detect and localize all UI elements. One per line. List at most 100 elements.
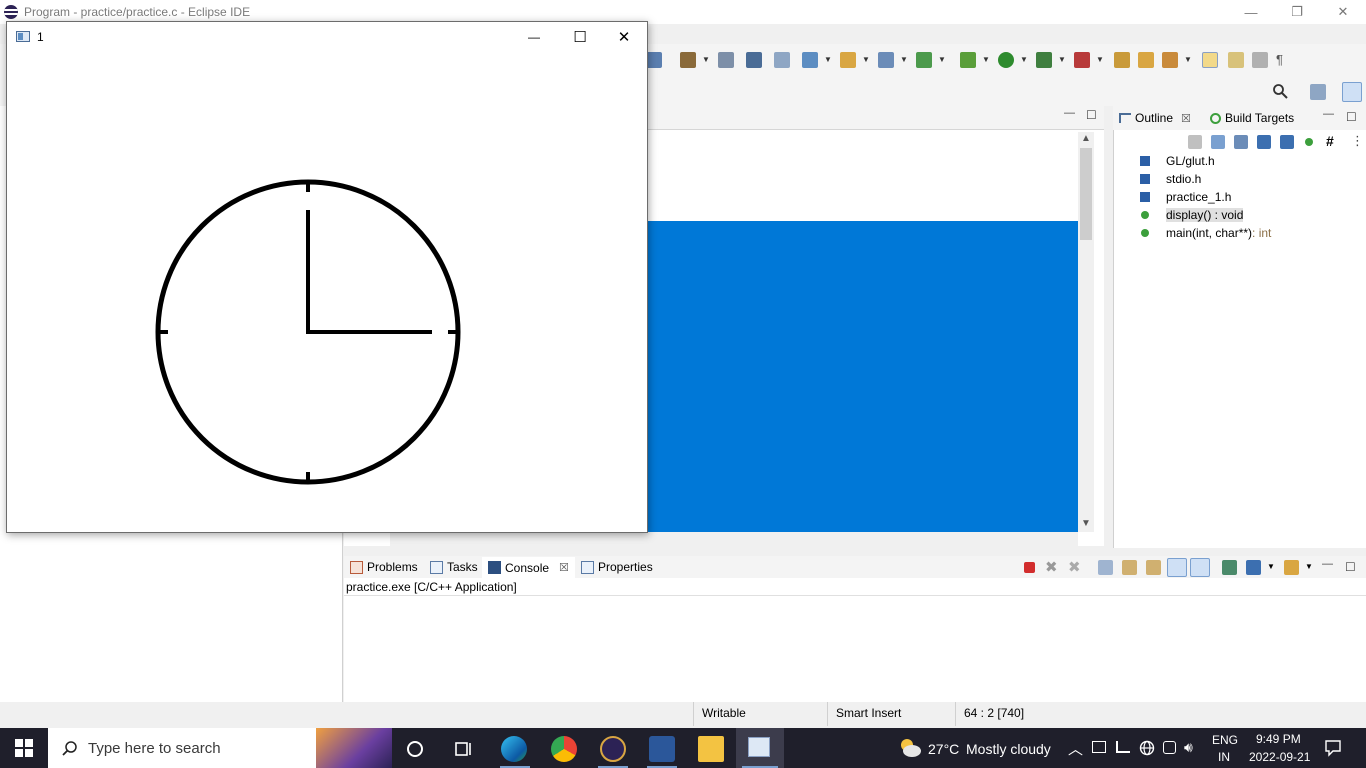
clock-time[interactable]: 9:49 PM bbox=[1256, 732, 1301, 746]
build-hammer-icon[interactable] bbox=[680, 52, 696, 68]
cortana-icon[interactable] bbox=[404, 738, 430, 764]
word-wrap-icon[interactable] bbox=[1146, 560, 1161, 575]
battery-saver-icon[interactable] bbox=[1092, 741, 1106, 753]
weather-temperature[interactable]: 27°C bbox=[928, 741, 959, 757]
show-on-error-icon[interactable] bbox=[1190, 558, 1210, 577]
start-button[interactable] bbox=[0, 728, 48, 768]
highlight-pen-icon[interactable] bbox=[1202, 52, 1218, 68]
terminal-icon[interactable] bbox=[746, 52, 762, 68]
search-target-icon[interactable] bbox=[774, 52, 790, 68]
chrome-icon[interactable] bbox=[551, 736, 577, 762]
annotation-icon[interactable] bbox=[1228, 52, 1244, 68]
new-class-icon[interactable] bbox=[916, 52, 932, 68]
close-icon[interactable]: ☒ bbox=[1181, 112, 1191, 125]
outline-item-function-display[interactable]: display() : void bbox=[1140, 206, 1244, 224]
new-folder-icon[interactable] bbox=[840, 52, 856, 68]
chevron-down-icon[interactable]: ▼ bbox=[938, 55, 946, 64]
glut-minimize-button[interactable]: — bbox=[511, 22, 557, 52]
binary-icon[interactable] bbox=[718, 52, 734, 68]
outline-minimize-icon[interactable]: — bbox=[1323, 108, 1334, 120]
chevron-down-icon[interactable]: ▼ bbox=[1096, 55, 1104, 64]
chevron-down-icon[interactable]: ▼ bbox=[1058, 55, 1066, 64]
search-icon[interactable] bbox=[1272, 83, 1288, 99]
console-output[interactable] bbox=[344, 596, 1366, 702]
globe-icon[interactable] bbox=[1139, 740, 1155, 756]
weather-description[interactable]: Mostly cloudy bbox=[966, 741, 1051, 757]
clock-date[interactable]: 2022-09-21 bbox=[1249, 750, 1310, 764]
editor-maximize-icon[interactable]: ☐ bbox=[1086, 108, 1097, 122]
tab-console[interactable]: Console ☒ bbox=[482, 557, 575, 578]
c-perspective-icon[interactable] bbox=[1342, 82, 1362, 102]
scroll-lock-icon[interactable] bbox=[1122, 560, 1137, 575]
glut-taskbar-button[interactable] bbox=[736, 728, 784, 768]
network-icon[interactable] bbox=[1116, 741, 1130, 753]
tab-tasks[interactable]: Tasks bbox=[430, 560, 478, 574]
notifications-icon[interactable] bbox=[1324, 739, 1342, 757]
console-maximize-icon[interactable]: ☐ bbox=[1345, 560, 1356, 574]
taskbar-search-box[interactable]: Type here to search bbox=[48, 728, 392, 768]
hide-static-icon[interactable] bbox=[1257, 135, 1271, 149]
new-source-icon[interactable] bbox=[878, 52, 894, 68]
language-region[interactable]: IN bbox=[1218, 750, 1230, 764]
chevron-down-icon[interactable]: ▼ bbox=[982, 55, 990, 64]
chevron-down-icon[interactable]: ▼ bbox=[1305, 562, 1313, 571]
display-console-icon[interactable] bbox=[1246, 560, 1261, 575]
word-icon[interactable] bbox=[649, 736, 675, 762]
open-perspective-icon[interactable] bbox=[1310, 84, 1326, 100]
glut-titlebar[interactable]: 1 — ☐ ✕ bbox=[7, 22, 647, 52]
chevron-down-icon[interactable]: ▼ bbox=[1267, 562, 1275, 571]
collapse-all-icon[interactable] bbox=[1211, 135, 1225, 149]
hide-macros-icon[interactable]: # bbox=[1326, 133, 1334, 149]
mark-occurrences-icon[interactable] bbox=[1162, 52, 1178, 68]
glut-close-button[interactable]: ✕ bbox=[601, 22, 647, 52]
scroll-down-icon[interactable]: ▼ bbox=[1081, 518, 1091, 529]
terminate-icon[interactable] bbox=[1024, 562, 1035, 573]
eclipse-minimize-button[interactable]: — bbox=[1228, 0, 1274, 24]
chevron-down-icon[interactable]: ▼ bbox=[1020, 55, 1028, 64]
close-icon[interactable]: ☒ bbox=[559, 561, 569, 574]
debug-bug-icon[interactable] bbox=[960, 52, 976, 68]
external-tools-icon[interactable] bbox=[1074, 52, 1090, 68]
weather-cloud-icon[interactable] bbox=[898, 736, 922, 758]
chevron-down-icon[interactable]: ▼ bbox=[824, 55, 832, 64]
sort-icon[interactable] bbox=[1234, 135, 1248, 149]
chevron-down-icon[interactable]: ▼ bbox=[1184, 55, 1192, 64]
pilcrow-icon[interactable]: ¶ bbox=[1276, 52, 1283, 67]
glut-maximize-button[interactable]: ☐ bbox=[557, 22, 603, 52]
chevron-down-icon[interactable]: ▼ bbox=[862, 55, 870, 64]
show-on-output-icon[interactable] bbox=[1167, 558, 1187, 577]
run-icon[interactable] bbox=[998, 52, 1014, 68]
tab-properties[interactable]: Properties bbox=[581, 560, 653, 574]
edge-icon[interactable] bbox=[501, 736, 527, 762]
chevron-down-icon[interactable]: ▼ bbox=[900, 55, 908, 64]
filter-members-icon[interactable] bbox=[1305, 138, 1313, 146]
outline-item-include[interactable]: stdio.h bbox=[1140, 170, 1201, 188]
new-project-icon[interactable] bbox=[802, 52, 818, 68]
pin-console-icon[interactable] bbox=[1222, 560, 1237, 575]
debug-config-icon[interactable] bbox=[646, 52, 662, 68]
tab-outline[interactable]: Outline ☒ bbox=[1119, 111, 1191, 125]
volume-icon[interactable]: 🔊︎ bbox=[1184, 739, 1193, 756]
open-folder-icon[interactable] bbox=[1138, 52, 1154, 68]
eclipse-taskbar-icon[interactable] bbox=[600, 736, 626, 762]
meet-now-icon[interactable] bbox=[1163, 741, 1176, 754]
open-type-icon[interactable] bbox=[1114, 52, 1130, 68]
coverage-icon[interactable] bbox=[1036, 52, 1052, 68]
outline-item-function-main[interactable]: main(int, char**) : int bbox=[1140, 224, 1271, 242]
scroll-up-icon[interactable]: ▲ bbox=[1081, 133, 1091, 144]
editor-minimize-icon[interactable]: — bbox=[1064, 107, 1075, 119]
editor-horizontal-scrollbar[interactable] bbox=[390, 532, 1078, 546]
chevron-down-icon[interactable]: ▼ bbox=[702, 55, 710, 64]
remove-launch-icon[interactable]: ✖ bbox=[1045, 558, 1058, 576]
eclipse-restore-button[interactable]: ❐ bbox=[1274, 0, 1320, 24]
clear-console-icon[interactable] bbox=[1098, 560, 1113, 575]
tab-build-targets[interactable]: Build Targets bbox=[1210, 111, 1294, 125]
console-minimize-icon[interactable]: — bbox=[1322, 558, 1333, 570]
outline-maximize-icon[interactable]: ☐ bbox=[1346, 110, 1357, 124]
block-select-icon[interactable] bbox=[1252, 52, 1268, 68]
editor-scroll-thumb[interactable] bbox=[1080, 148, 1092, 240]
hide-fields-icon[interactable] bbox=[1188, 135, 1202, 149]
file-explorer-icon[interactable] bbox=[698, 736, 724, 762]
outline-item-include[interactable]: practice_1.h bbox=[1140, 188, 1231, 206]
hide-non-public-icon[interactable] bbox=[1280, 135, 1294, 149]
